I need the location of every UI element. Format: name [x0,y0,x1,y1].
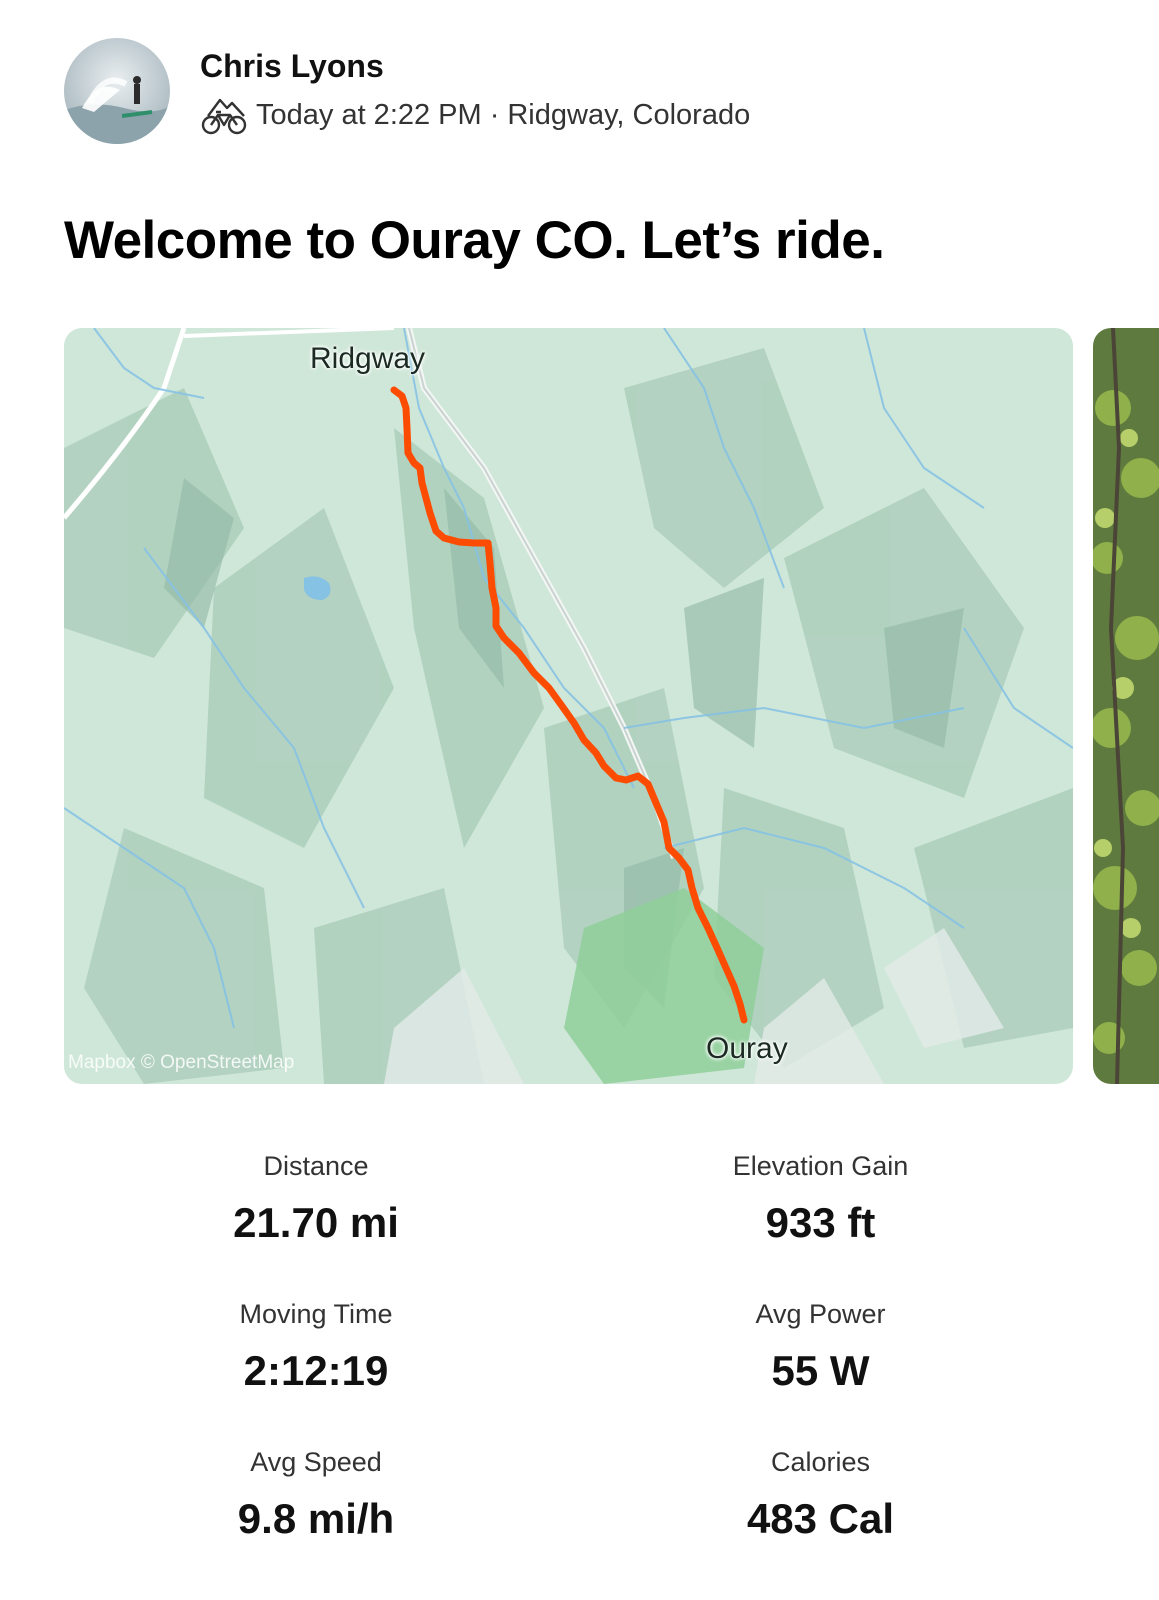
stat-avg-speed: Avg Speed 9.8 mi/h [64,1444,568,1550]
activity-timestamp: Today at 2:22 PM [256,99,482,131]
stat-label: Moving Time [239,1299,393,1329]
activity-location: Ridgway, Colorado [507,99,751,131]
activity-header: Chris Lyons Today at 2:22 PM · Ridgway, … [64,36,750,146]
meta-separator: · [489,99,500,131]
stat-value: 21.70 mi [233,1199,399,1246]
stat-label: Avg Power [755,1299,886,1329]
map-label-start: Ridgway [310,342,426,375]
stat-calories: Calories 483 Cal [568,1444,1073,1550]
mountain-bike-icon [201,98,247,135]
stat-value: 9.8 mi/h [237,1495,395,1542]
activity-stats: Distance 21.70 mi Elevation Gain 933 ft … [64,1148,1073,1550]
map-terrain [64,328,1073,1084]
stat-elevation-gain: Elevation Gain 933 ft [568,1148,1073,1254]
next-photo-thumbnail[interactable] [1093,328,1159,1084]
stat-label: Distance [263,1151,369,1181]
route-map[interactable]: Ridgway Ouray Mapbox © OpenStreetMap [64,328,1073,1084]
activity-page: Chris Lyons Today at 2:22 PM · Ridgway, … [0,0,1159,1600]
athlete-name[interactable]: Chris Lyons [200,46,750,86]
avatar[interactable] [64,38,170,144]
stat-value: 933 ft [765,1199,876,1246]
stat-label: Calories [770,1447,871,1477]
stat-label: Elevation Gain [732,1151,909,1181]
stat-value: 55 W [771,1347,870,1394]
activity-meta: Today at 2:22 PM · Ridgway, Colorado [200,94,750,136]
header-text: Chris Lyons Today at 2:22 PM · Ridgway, … [200,46,750,136]
activity-title[interactable]: Welcome to Ouray CO. Let’s ride. [64,210,885,271]
stat-moving-time: Moving Time 2:12:19 [64,1296,568,1402]
stat-avg-power: Avg Power 55 W [568,1296,1073,1402]
stat-distance: Distance 21.70 mi [64,1148,568,1254]
stat-value: 483 Cal [746,1495,895,1542]
map-attribution[interactable]: Mapbox © OpenStreetMap [68,1052,294,1074]
stat-label: Avg Speed [250,1447,382,1477]
map-label-end: Ouray [706,1032,788,1065]
stat-value: 2:12:19 [243,1347,389,1394]
